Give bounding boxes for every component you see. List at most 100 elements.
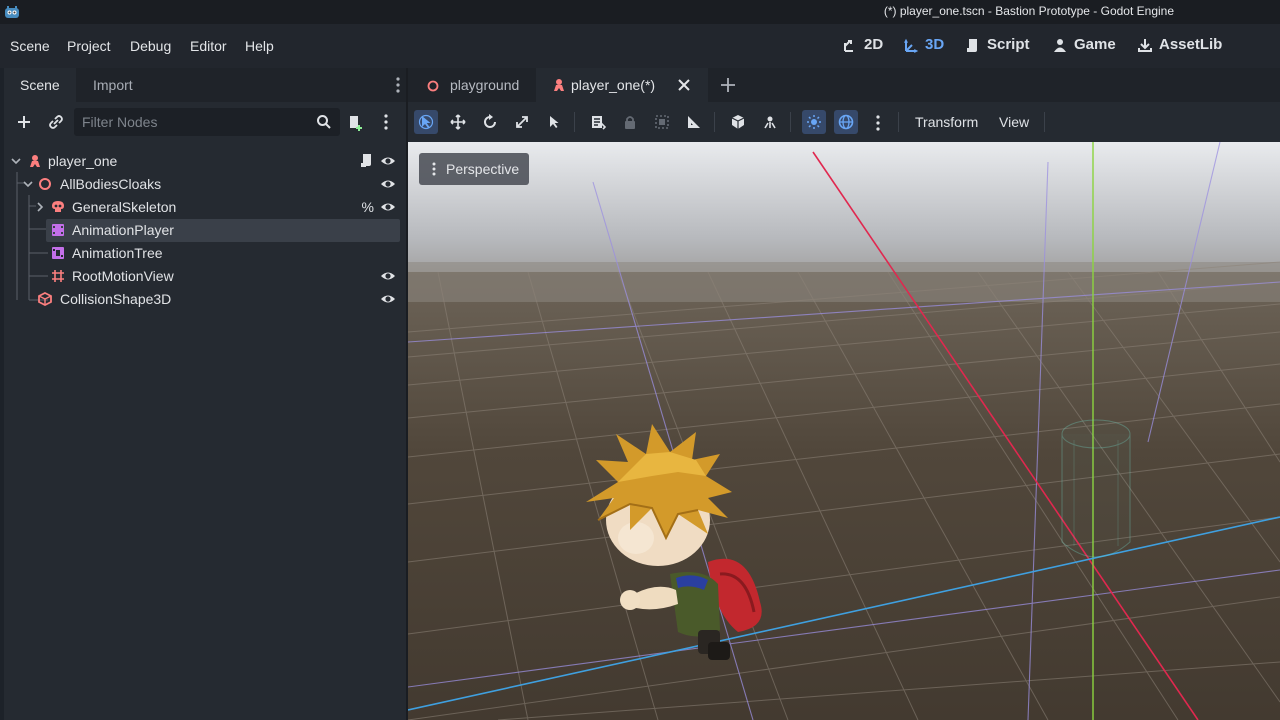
rotate-mode-icon — [484, 114, 496, 128]
viewport-toolbar: Transform View — [408, 102, 1280, 142]
add-node-icon[interactable] — [16, 114, 32, 130]
scale-mode-icon — [516, 116, 528, 128]
workspace-assetlib-button[interactable]: AssetLib — [1137, 36, 1222, 53]
tree-node-label: player_one — [48, 153, 118, 169]
filter-nodes-input[interactable]: Filter Nodes — [74, 108, 340, 136]
collapse-arrow-icon[interactable] — [22, 178, 34, 190]
transform-menu[interactable]: Transform — [915, 114, 978, 130]
visibility-eye-icon[interactable] — [380, 154, 396, 168]
tree-node-label: AnimationPlayer — [72, 222, 174, 238]
select-mode-button[interactable] — [414, 110, 438, 134]
ruler-button[interactable] — [682, 110, 706, 134]
tree-node-rootmotionview[interactable]: RootMotionView — [4, 265, 402, 288]
assetlib-icon — [1138, 38, 1152, 52]
viewport-scene-render — [408, 142, 1280, 720]
script-attached-icon[interactable] — [360, 153, 374, 169]
animation-tree-icon — [52, 247, 64, 259]
view-menu[interactable]: View — [999, 114, 1029, 130]
workspace-game-button[interactable]: Game — [1052, 36, 1116, 53]
scale-mode-button[interactable] — [510, 110, 534, 134]
menu-bar: Scene Project Debug Editor Help 2D 3D Sc… — [0, 24, 1280, 68]
attach-script-icon[interactable] — [346, 114, 364, 132]
tree-node-label: GeneralSkeleton — [72, 199, 177, 215]
bone-snap-button[interactable] — [758, 110, 782, 134]
perspective-view-button[interactable]: Perspective Perspective — [419, 153, 530, 185]
menu-help[interactable]: Help — [245, 38, 274, 54]
scene-toolbar: Filter Nodes — [4, 104, 406, 140]
toolbar-separator — [1044, 112, 1045, 132]
3d-icon — [904, 38, 919, 53]
tree-node-generalskeleton[interactable]: GeneralSkeleton % — [4, 196, 402, 219]
scene-tab-bar: playground player_one(*) — [408, 68, 1280, 102]
workspace-game-label: Game — [1074, 36, 1116, 53]
menu-debug[interactable]: Debug — [130, 38, 171, 54]
rotate-mode-button[interactable] — [478, 110, 502, 134]
animation-player-icon — [52, 224, 64, 236]
scene-dock: Scene Import Filter Nodes player_one All… — [4, 68, 406, 720]
close-icon[interactable] — [678, 79, 690, 91]
collapse-arrow-icon[interactable] — [10, 155, 22, 167]
workspace-2d-label: 2D — [864, 36, 884, 53]
collision-shape-icon — [38, 292, 52, 306]
character-body-icon — [30, 155, 40, 167]
script-icon — [967, 38, 977, 52]
lock-script-button[interactable] — [586, 110, 610, 134]
3d-viewport[interactable]: Perspective Perspective — [408, 142, 1280, 720]
group-icon — [655, 115, 669, 129]
workspace-2d-button[interactable]: 2D — [842, 36, 883, 53]
visibility-eye-icon[interactable] — [380, 200, 396, 214]
sun-preview-button[interactable] — [802, 110, 826, 134]
tab-scene[interactable]: Scene — [4, 68, 76, 102]
move-mode-icon — [450, 114, 466, 130]
root-motion-icon — [52, 270, 64, 282]
new-scene-tab-icon[interactable] — [720, 77, 736, 93]
mesh-snap-button[interactable] — [726, 110, 750, 134]
tab-label: player_one(*) — [571, 77, 656, 93]
workspace-3d-button[interactable]: 3D — [903, 36, 944, 53]
workspace-script-label: Script — [987, 36, 1030, 53]
title-bar: (*) player_one.tscn - Bastion Prototype … — [0, 0, 1280, 24]
move-mode-button[interactable] — [446, 110, 470, 134]
godot-logo-icon — [5, 6, 19, 18]
filter-nodes-placeholder: Filter Nodes — [82, 114, 158, 130]
dock-menu-icon[interactable] — [394, 76, 402, 94]
menu-scene[interactable]: Scene — [10, 38, 50, 54]
toolbar-separator — [574, 112, 575, 132]
scene-tree-menu-icon[interactable] — [382, 113, 390, 131]
visibility-eye-icon[interactable] — [380, 177, 396, 191]
visibility-eye-icon[interactable] — [380, 292, 396, 306]
menu-project[interactable]: Project — [67, 38, 111, 54]
snap-icon — [764, 116, 776, 129]
workspace-assetlib-label: AssetLib — [1159, 36, 1223, 53]
node3d-icon — [427, 80, 439, 92]
search-icon — [317, 115, 331, 129]
preview-options-menu-icon[interactable] — [874, 114, 882, 132]
tree-node-player-one[interactable]: player_one — [4, 150, 402, 173]
tree-node-label: RootMotionView — [72, 268, 174, 284]
instance-scene-icon[interactable] — [48, 114, 64, 130]
game-icon — [1054, 38, 1066, 52]
environment-preview-button[interactable] — [834, 110, 858, 134]
list-select-button[interactable] — [542, 110, 566, 134]
skeleton-icon — [52, 201, 64, 212]
tree-node-allbodiescloaks[interactable]: AllBodiesCloaks — [4, 173, 402, 196]
unique-name-badge[interactable]: % — [362, 199, 374, 215]
group-node-button[interactable] — [650, 110, 674, 134]
tree-node-collisionshape3d[interactable]: CollisionShape3D — [4, 288, 402, 311]
expand-arrow-icon[interactable] — [34, 201, 46, 213]
view-menu-dots-icon — [432, 162, 436, 176]
tab-import[interactable]: Import — [77, 68, 149, 102]
menu-editor[interactable]: Editor — [190, 38, 227, 54]
select-mode-icon — [418, 114, 434, 130]
dock-tab-bar: Scene Import — [4, 68, 406, 102]
ruler-icon — [688, 116, 700, 128]
tree-node-animationtree[interactable]: AnimationTree — [4, 242, 402, 265]
window-title: (*) player_one.tscn - Bastion Prototype … — [883, 4, 1174, 18]
workspace-script-button[interactable]: Script — [965, 36, 1030, 53]
workspace-3d-label: 3D — [925, 36, 945, 53]
tab-playground[interactable]: playground — [414, 68, 540, 102]
tab-player-one[interactable]: player_one(*) — [536, 68, 708, 102]
visibility-eye-icon[interactable] — [380, 269, 396, 283]
lock-node-button[interactable] — [618, 110, 642, 134]
tree-node-animationplayer[interactable]: AnimationPlayer — [46, 219, 400, 242]
